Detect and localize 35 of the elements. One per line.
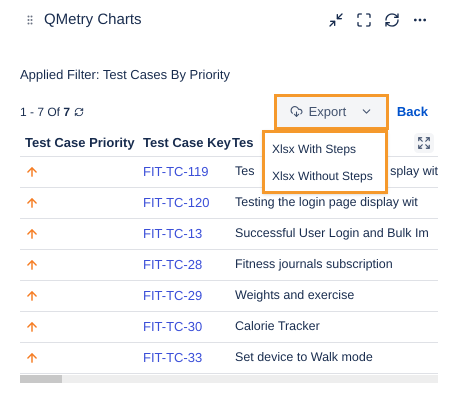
fullscreen-icon[interactable] <box>356 12 372 28</box>
scrollbar-thumb[interactable] <box>20 374 62 382</box>
table-cell-text: Weights and exercise <box>235 287 354 304</box>
applied-filter: Applied Filter: Test Cases By Priority <box>20 66 231 84</box>
priority-arrow-icon <box>25 164 39 178</box>
test-case-key-link[interactable]: FIT-TC-13 <box>143 226 202 241</box>
refresh-icon[interactable] <box>384 12 400 28</box>
column-header: Test Case Key <box>142 134 232 152</box>
menu-item[interactable]: Xlsx With Steps <box>265 135 385 162</box>
expand-icon[interactable] <box>414 133 434 153</box>
test-case-key-link[interactable]: FIT-TC-33 <box>143 350 202 365</box>
test-case-key-link[interactable]: FIT-TC-30 <box>143 318 202 334</box>
column-header: Tes <box>232 134 254 152</box>
priority-arrow-icon <box>25 196 39 210</box>
collapse-icon[interactable] <box>328 12 344 28</box>
table-cell-text: Set device to Walk mode <box>235 349 373 366</box>
refresh-icon[interactable] <box>74 106 84 116</box>
export-button[interactable]: Export <box>274 94 389 130</box>
table-cell-text: Calorie Tracker <box>235 318 320 336</box>
table-cell-text: Tes <box>235 163 254 180</box>
test-case-key-link[interactable]: FIT-TC-120 <box>143 194 210 210</box>
widget-title: QMetry Charts <box>44 10 142 30</box>
cloud-download-icon <box>290 105 303 118</box>
table-cell-text: Successful User Login and Bulk Im <box>235 225 429 242</box>
table-cell-text: splay wit <box>390 163 438 180</box>
table-cell-text: Fitness journals subscription <box>235 256 393 274</box>
menu-item[interactable]: Xlsx Without Steps <box>265 162 385 189</box>
priority-arrow-icon <box>25 226 39 240</box>
test-case-key-link[interactable]: FIT-TC-28 <box>143 256 202 272</box>
table-cell-text: Testing the login page display wit <box>235 194 418 212</box>
test-case-key-link[interactable]: FIT-TC-29 <box>143 288 202 303</box>
test-case-key-link[interactable]: FIT-TC-119 <box>143 164 208 179</box>
page-range: 1 - 7 Of 7 <box>20 104 70 120</box>
back-link[interactable]: Back <box>396 102 428 122</box>
column-header: Test Case Priority <box>24 134 136 152</box>
